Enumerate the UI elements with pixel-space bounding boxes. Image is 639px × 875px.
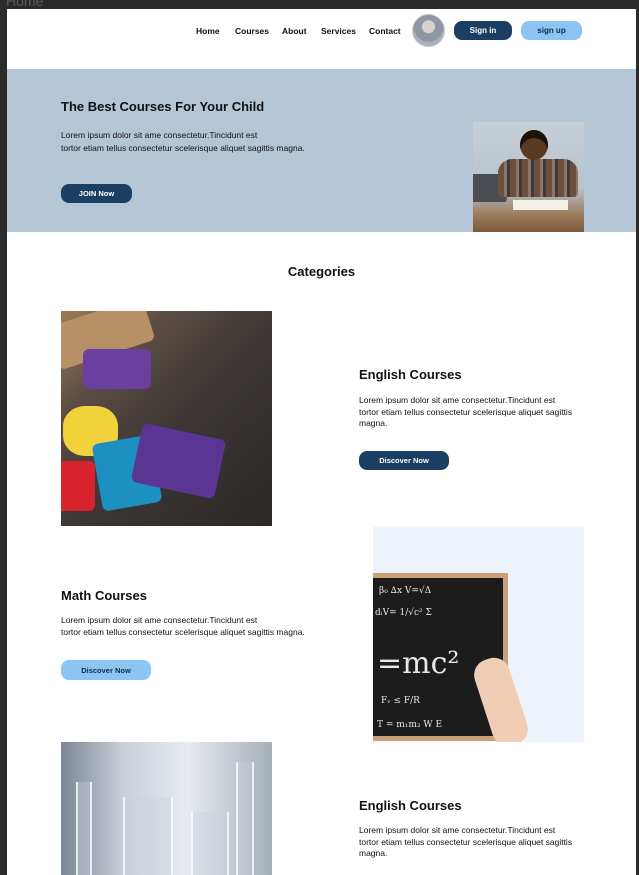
join-now-button[interactable]: JOIN Now [61, 184, 132, 203]
test-tube-shape [76, 782, 92, 875]
english-courses-title: English Courses [359, 367, 462, 382]
letter-block-red [61, 461, 95, 511]
hero-child-photo [473, 122, 584, 232]
nav-link-about[interactable]: About [282, 26, 307, 36]
hero-title: The Best Courses For Your Child [61, 99, 265, 114]
english-courses-title-2: English Courses [359, 798, 462, 813]
science-courses-image [61, 742, 272, 875]
nav-link-home[interactable]: Home [196, 26, 220, 36]
english-courses-text-2: Lorem ipsum dolor sit ame consectetur.Ti… [359, 825, 573, 858]
hero-text-line-2: tortor etiam tellus consectetur sceleris… [61, 142, 305, 153]
chalk-emc2: =mc² [377, 646, 460, 681]
math-courses-image: β₀ ∆x V=√Δ dᵢV= 1/√c² Σ =mc² Fᵥ ≤ F/R T … [373, 527, 584, 742]
hero-text-line-1: Lorem ipsum dolor sit ame consectetur.Ti… [61, 130, 258, 140]
beaker-shape [191, 812, 229, 875]
english-courses-image [61, 311, 272, 526]
child-head-shape [520, 130, 548, 160]
math-courses-text: Lorem ipsum dolor sit ame consectetur.Ti… [61, 615, 305, 637]
english-courses-text: Lorem ipsum dolor sit ame consectetur.Ti… [359, 395, 573, 428]
chalk-scribble: Fᵥ ≤ F/R [381, 696, 420, 706]
chalk-scribble: dᵢV= 1/√c² Σ [375, 608, 432, 618]
english-discover-button[interactable]: Discover Now [359, 451, 449, 470]
nav-link-services[interactable]: Services [321, 26, 356, 36]
hero-text: Lorem ipsum dolor sit ame consectetur.Ti… [61, 129, 361, 154]
math-courses-title: Math Courses [61, 588, 147, 603]
child-body-shape [498, 159, 578, 197]
top-nav: Home Courses About Services Contact Sign… [7, 9, 636, 55]
beaker-shape [123, 797, 173, 875]
book-shape [513, 200, 568, 210]
avatar[interactable] [412, 14, 445, 47]
nav-link-contact[interactable]: Contact [369, 26, 401, 36]
hero-banner: The Best Courses For Your Child Lorem ip… [7, 69, 636, 232]
math-discover-button[interactable]: Discover Now [61, 660, 151, 680]
letter-block-purple [83, 349, 151, 389]
landing-page: Home Courses About Services Contact Sign… [7, 9, 636, 875]
frame-label: Home [6, 0, 44, 9]
sign-up-button[interactable]: sign up [521, 21, 582, 40]
chalk-scribble: β₀ ∆x V=√Δ [379, 586, 432, 596]
categories-title: Categories [287, 264, 356, 279]
sign-in-button[interactable]: Sign in [454, 21, 512, 40]
chalk-scribble: T = m₁m₂ W E [377, 720, 443, 730]
nav-link-courses[interactable]: Courses [235, 26, 269, 36]
test-tube-shape [236, 762, 254, 875]
